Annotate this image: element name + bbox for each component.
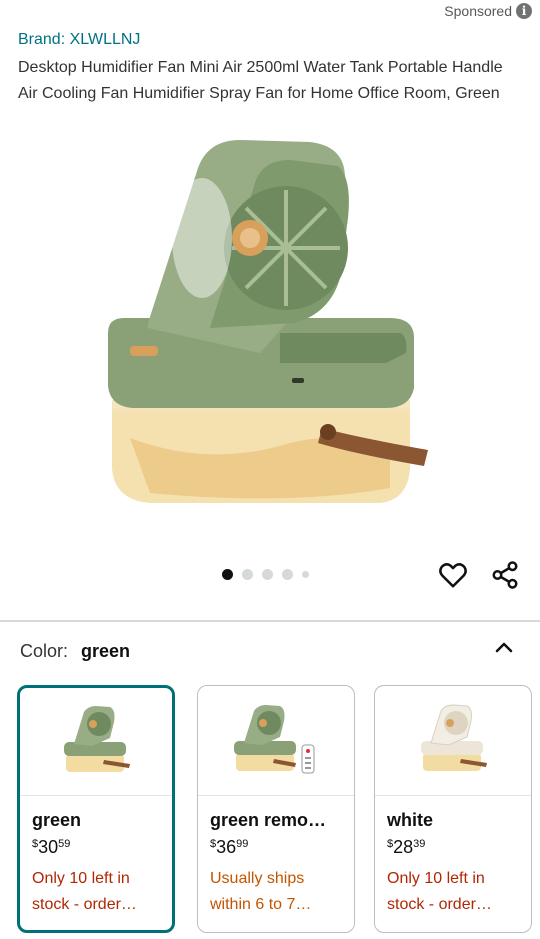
price-fraction: 39 <box>413 838 426 850</box>
variant-name: green remo… <box>210 810 327 830</box>
chevron-up-icon[interactable] <box>492 636 516 660</box>
carousel-dot[interactable] <box>302 571 309 578</box>
variant-availability: Only 10 left in stock - order… <box>387 870 492 913</box>
variant-image <box>375 686 531 796</box>
variant-image <box>20 688 172 796</box>
variant-card-green-remote[interactable]: green remo… $3699 Usually ships within 6… <box>197 685 355 933</box>
info-icon[interactable]: i <box>516 3 532 19</box>
variant-image <box>198 686 354 796</box>
carousel-dot[interactable] <box>222 569 233 580</box>
carousel-dot[interactable] <box>282 569 293 580</box>
brand-link[interactable]: Brand: XLWLLNJ <box>18 31 140 49</box>
share-icon[interactable] <box>490 560 520 590</box>
image-carousel-dots[interactable] <box>222 569 309 580</box>
variant-card-white[interactable]: white $2839 Only 10 left in stock - orde… <box>374 685 532 933</box>
section-divider <box>0 620 540 622</box>
price-whole: 36 <box>216 837 237 857</box>
price-fraction: 99 <box>236 838 249 850</box>
price-whole: 30 <box>38 837 59 857</box>
price-whole: 28 <box>393 837 414 857</box>
variant-availability: Usually ships within 6 to 7… <box>210 870 312 913</box>
sponsored-text: Sponsored <box>444 3 512 19</box>
heart-icon[interactable] <box>438 560 468 590</box>
price-fraction: 59 <box>58 838 71 850</box>
carousel-dot[interactable] <box>242 569 253 580</box>
color-selector-header: Color: green <box>20 641 130 662</box>
variant-price: $2839 <box>387 837 531 858</box>
selected-color-value: green <box>81 641 131 661</box>
color-label: Color: <box>20 641 69 661</box>
sponsored-label[interactable]: Sponsored i <box>444 3 532 19</box>
carousel-dot[interactable] <box>262 569 273 580</box>
variant-availability: Only 10 left in stock - order… <box>32 870 137 913</box>
variant-price: $3699 <box>210 837 354 858</box>
variant-card-green[interactable]: green $3059 Only 10 left in stock - orde… <box>17 685 175 933</box>
product-title: Desktop Humidifier Fan Mini Air 2500ml W… <box>18 59 503 102</box>
variant-name: green <box>32 810 82 830</box>
product-main-image[interactable] <box>90 138 450 548</box>
variant-name: white <box>387 810 434 830</box>
variant-price: $3059 <box>32 837 172 858</box>
